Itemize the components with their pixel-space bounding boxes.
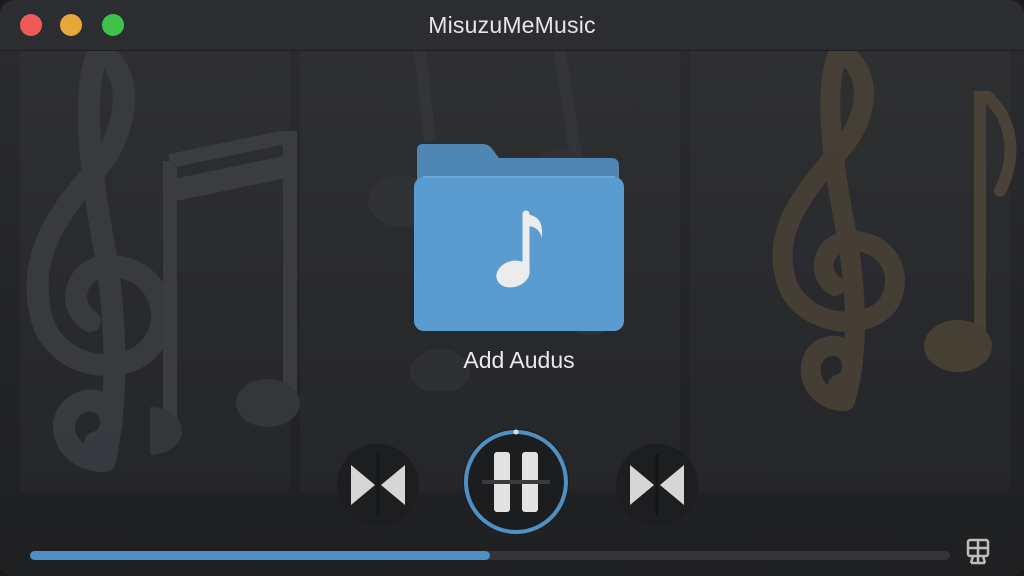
playlist-button[interactable] (962, 535, 994, 567)
window-title: MisuzuMeMusic (428, 12, 596, 38)
pause-icon (464, 429, 568, 534)
previous-track-icon (351, 454, 405, 516)
add-audio-label: Add Audus (463, 347, 575, 373)
main-content: Add Audus (0, 51, 1024, 576)
playback-progress-bar[interactable] (30, 551, 950, 560)
title-bar[interactable]: MisuzuMeMusic (0, 0, 1024, 51)
next-track-icon (630, 454, 684, 516)
next-track-button[interactable] (616, 444, 698, 526)
progress-fill (30, 551, 490, 560)
play-pause-button[interactable] (463, 429, 569, 535)
playlist-icon (966, 538, 990, 565)
background-panel (690, 51, 1010, 491)
app-window: MisuzuMeMusic Add Audus (0, 0, 1024, 576)
previous-track-button[interactable] (337, 444, 419, 526)
add-audio-folder-button[interactable] (413, 144, 625, 332)
music-folder-icon (414, 144, 624, 331)
background-panel (20, 51, 290, 491)
